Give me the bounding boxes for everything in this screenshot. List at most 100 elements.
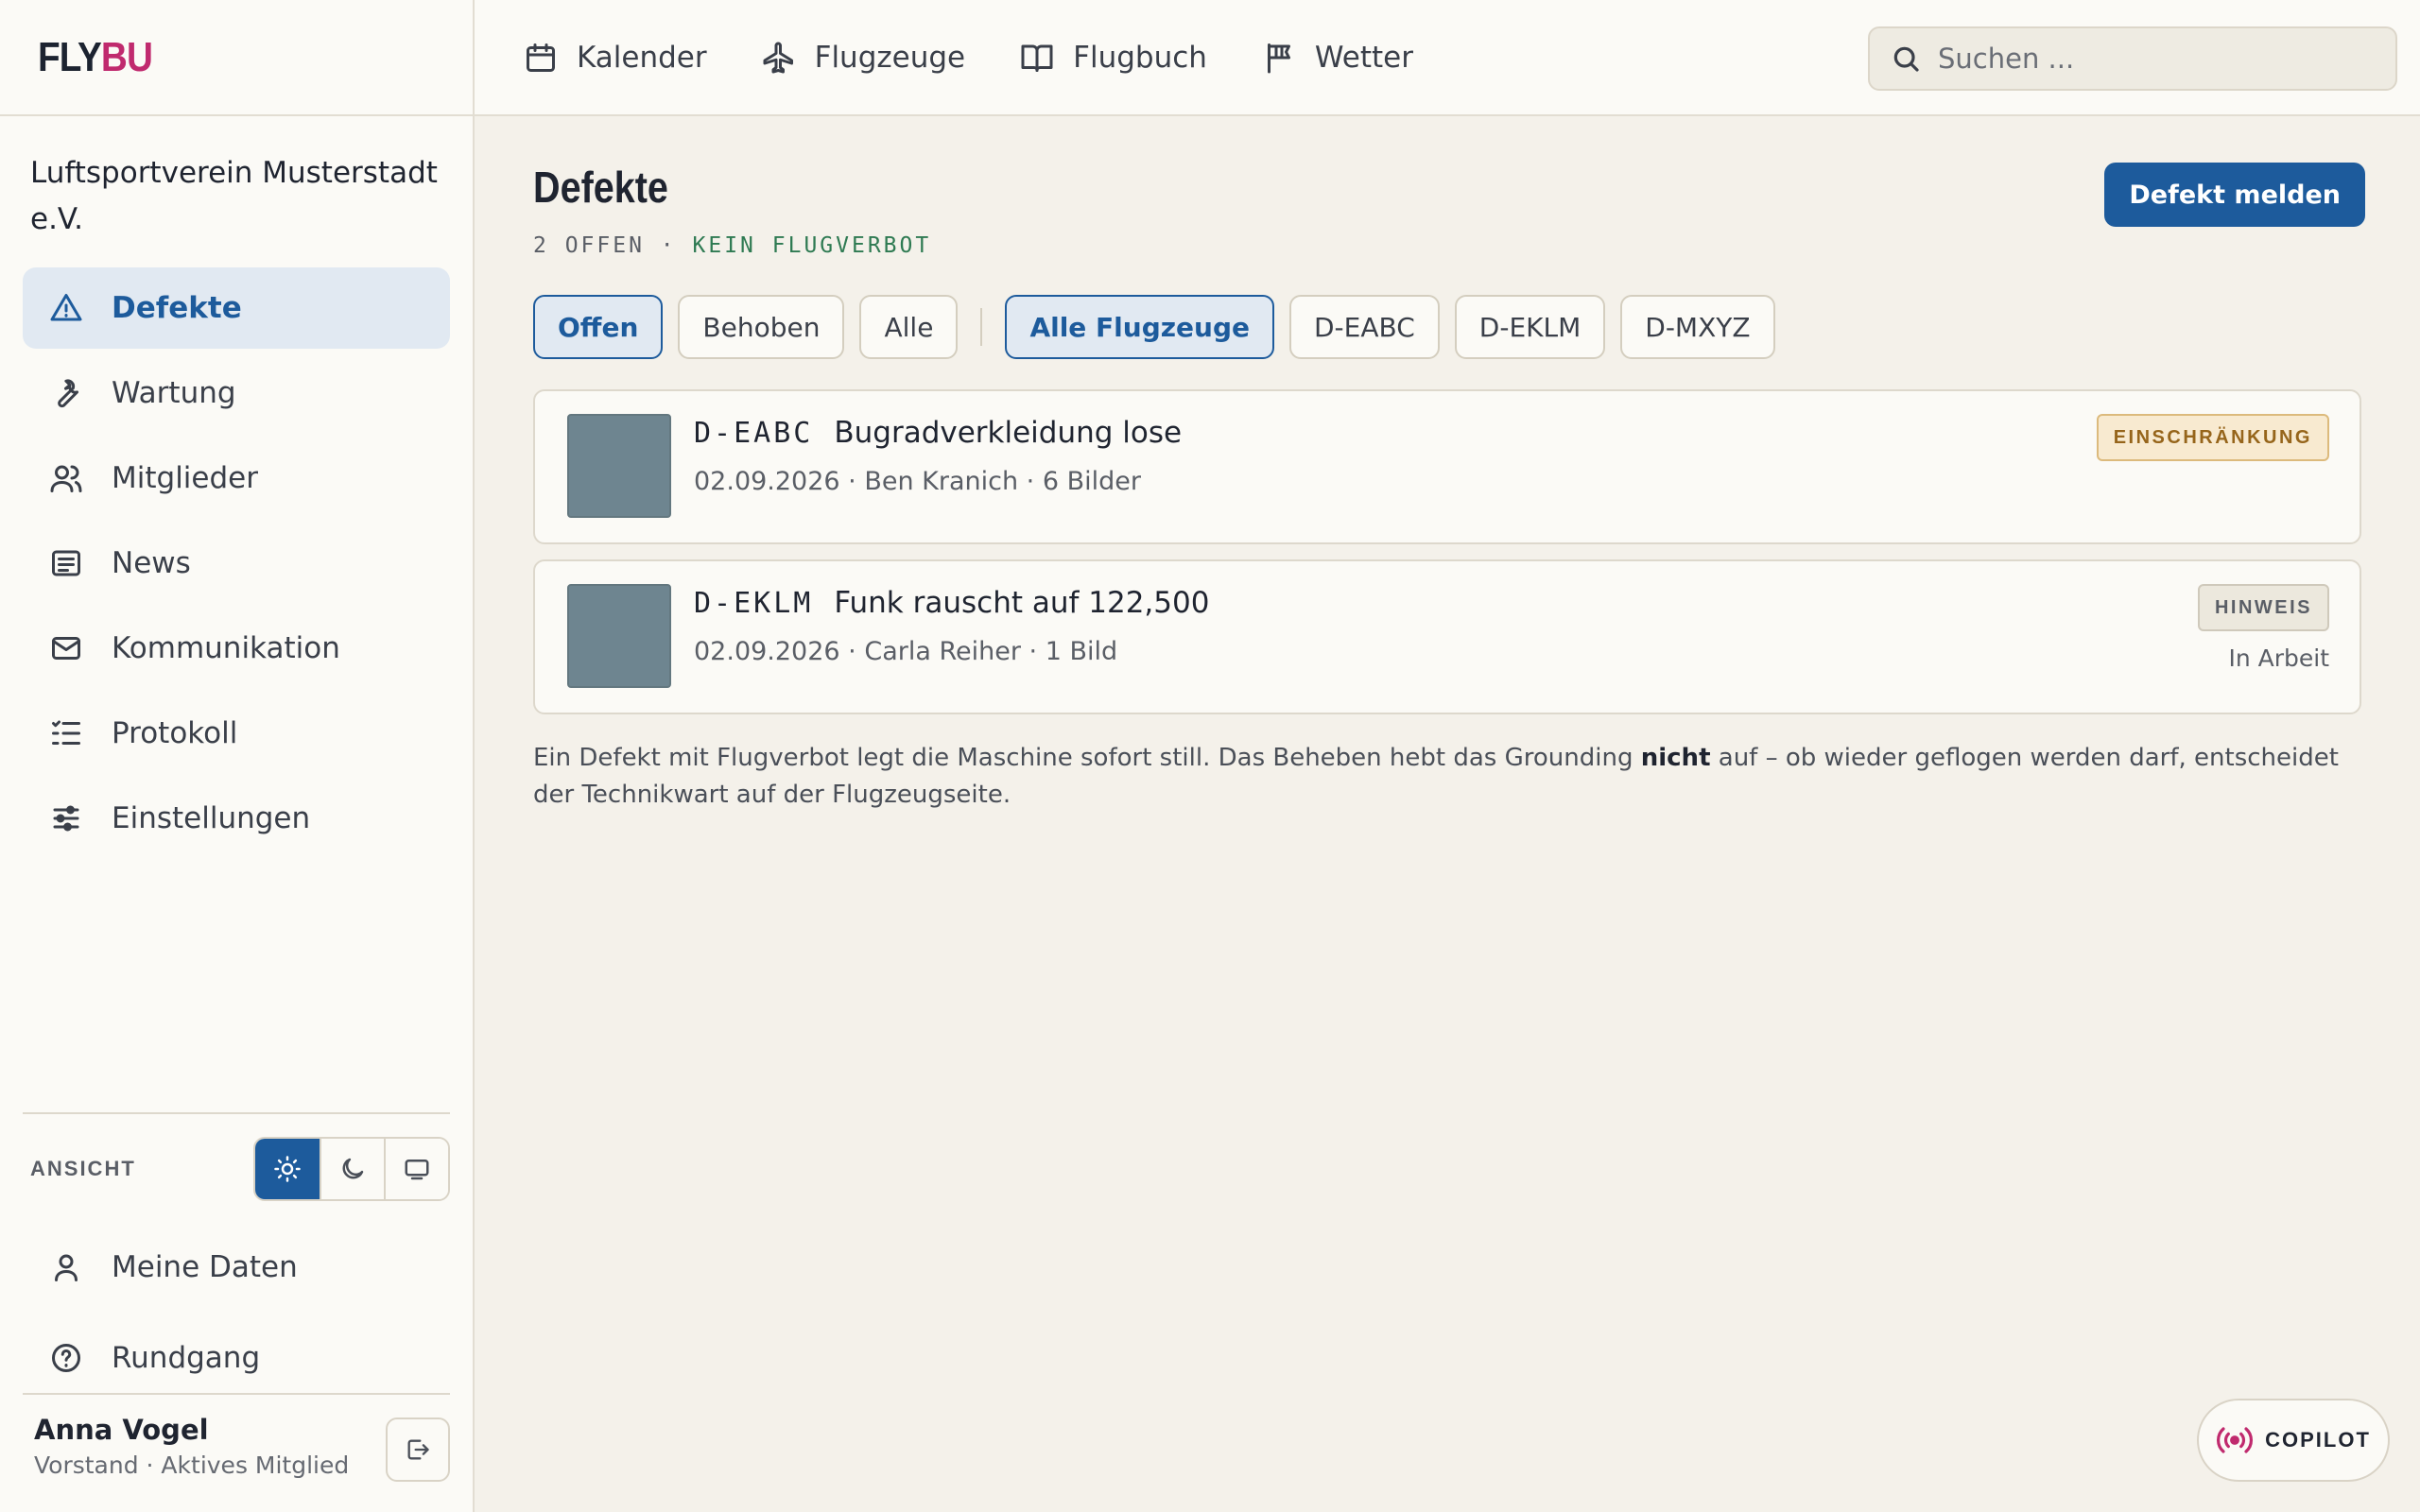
sidebar-item-label: Einstellungen — [112, 801, 311, 835]
logo-part-fly: FLY — [38, 33, 102, 80]
filter-d-eklm[interactable]: D-EKLM — [1454, 295, 1606, 359]
help-icon — [47, 1339, 85, 1377]
theme-system-button[interactable] — [384, 1139, 448, 1199]
page-title: Defekte — [533, 163, 668, 212]
topnav-label: Flugzeuge — [814, 40, 966, 75]
defect-card[interactable]: D-EABC Bugradverkleidung lose 02.09.2026… — [533, 389, 2361, 544]
wrench-icon — [47, 374, 85, 412]
copilot-button[interactable]: COPILOT — [2197, 1399, 2390, 1482]
page-subtitle: 2 OFFEN · KEIN FLUGVERBOT — [533, 233, 931, 258]
search-icon — [1893, 46, 1919, 72]
sidebar-item-wartung[interactable]: Wartung — [23, 352, 450, 434]
topnav-label: Flugbuch — [1073, 40, 1207, 75]
topnav-flugzeuge[interactable]: Flugzeuge — [762, 40, 966, 75]
topnav-kalender[interactable]: Kalender — [524, 41, 707, 75]
sidebar-item-news[interactable]: News — [23, 523, 450, 604]
defect-meta: 02.09.2026 · Ben Kranich · 6 Bilder — [694, 467, 1141, 496]
grounding-status: KEIN FLUGVERBOT — [692, 233, 932, 258]
sun-icon — [274, 1156, 301, 1182]
logout-icon — [407, 1439, 429, 1460]
note-emphasis: nicht — [1640, 744, 1711, 772]
defect-header: D-EKLM Funk rauscht auf 122,500 — [694, 586, 1209, 620]
filter-divider — [980, 308, 983, 346]
filter-alle[interactable]: Alle — [859, 295, 959, 359]
sidebar-item-label: Wartung — [112, 376, 236, 410]
defect-thumbnail — [567, 414, 671, 518]
topnav-flugbuch[interactable]: Flugbuch — [1020, 41, 1207, 75]
broadcast-icon — [2217, 1427, 2254, 1453]
search-input[interactable] — [1938, 43, 2373, 75]
windsock-icon — [1267, 43, 1290, 73]
sidebar-nav: Defekte Wartung Mitglieder News Kommunik… — [0, 267, 473, 859]
user-info: Anna Vogel Vorstand · Aktives Mitglied — [23, 1414, 349, 1479]
warning-icon — [47, 289, 85, 327]
sidebar-item-label: Kommunikation — [112, 631, 340, 665]
logo-part-bu: BU — [100, 33, 153, 80]
filter-all-aircraft[interactable]: Alle Flugzeuge — [1005, 295, 1274, 359]
severity-badge: HINWEIS — [2197, 584, 2329, 631]
theme-dark-button[interactable] — [320, 1139, 384, 1199]
user-role: Vorstand · Aktives Mitglied — [34, 1452, 350, 1479]
subtitle-separator: · — [660, 233, 677, 258]
defect-status: In Arbeit — [2228, 644, 2329, 672]
defect-meta: 02.09.2026 · Carla Reiher · 1 Bild — [694, 637, 1118, 666]
report-defect-button[interactable]: Defekt melden — [2104, 163, 2365, 227]
sidebar-item-protokoll[interactable]: Protokoll — [23, 693, 450, 774]
logo-bar: FLYBU — [0, 0, 473, 116]
defect-card[interactable]: D-EKLM Funk rauscht auf 122,500 02.09.20… — [533, 559, 2361, 714]
defect-title: Funk rauscht auf 122,500 — [834, 586, 1210, 620]
defect-header: D-EABC Bugradverkleidung lose — [694, 416, 1182, 450]
grounding-note: Ein Defekt mit Flugverbot legt die Masch… — [533, 740, 2361, 814]
sidebar-item-defekte[interactable]: Defekte — [23, 267, 450, 349]
sidebar-item-rundgang[interactable]: Rundgang — [23, 1314, 450, 1401]
sidebar-item-einstellungen[interactable]: Einstellungen — [23, 778, 450, 859]
sidebar-item-label: Defekte — [112, 291, 242, 325]
defect-title: Bugradverkleidung lose — [834, 416, 1183, 450]
mail-icon — [47, 629, 85, 667]
sidebar-item-label: Mitglieder — [112, 461, 258, 495]
theme-light-button[interactable] — [255, 1139, 320, 1199]
sidebar-item-meine-daten[interactable]: Meine Daten — [23, 1224, 450, 1311]
sidebar-item-label: Protokoll — [112, 716, 238, 750]
logout-button[interactable] — [386, 1418, 450, 1482]
topnav-label: Kalender — [577, 40, 707, 75]
list-icon — [47, 714, 85, 752]
sidebar-item-label: News — [112, 546, 191, 580]
defect-thumbnail — [567, 584, 671, 688]
calendar-icon — [527, 43, 555, 72]
app-logo[interactable]: FLYBU — [38, 33, 153, 81]
sidebar-item-label: Rundgang — [112, 1341, 261, 1375]
book-icon — [1021, 44, 1053, 72]
sidebar-bottom: ANSICHT Meine Daten Rundgang — [23, 1112, 450, 1405]
monitor-icon — [405, 1160, 429, 1180]
defect-registration: D-EKLM — [694, 587, 814, 620]
theme-row: ANSICHT — [23, 1114, 450, 1224]
theme-label: ANSICHT — [30, 1157, 136, 1180]
sidebar-item-kommunikation[interactable]: Kommunikation — [23, 608, 450, 689]
top-bar: Kalender Flugzeuge Flugbuch Wetter — [475, 0, 2420, 116]
news-icon — [47, 544, 85, 582]
users-icon — [47, 459, 85, 497]
theme-toggle — [253, 1137, 450, 1201]
topnav-wetter[interactable]: Wetter — [1262, 41, 1413, 75]
defect-registration: D-EABC — [694, 417, 814, 450]
filter-offen[interactable]: Offen — [533, 295, 664, 359]
user-icon — [47, 1248, 85, 1286]
open-count: 2 OFFEN — [533, 233, 645, 258]
sidebar-item-mitglieder[interactable]: Mitglieder — [23, 438, 450, 519]
filter-d-mxyz[interactable]: D-MXYZ — [1620, 295, 1775, 359]
moon-icon — [342, 1158, 364, 1179]
org-name: Luftsportverein Musterstadt e.V. — [30, 156, 438, 236]
note-text-1: Ein Defekt mit Flugverbot legt die Masch… — [533, 744, 1641, 772]
filter-bar: Offen Behoben Alle Alle Flugzeuge D-EABC… — [533, 295, 1790, 359]
filter-behoben[interactable]: Behoben — [678, 295, 845, 359]
plane-icon — [763, 42, 793, 73]
topnav-label: Wetter — [1314, 40, 1413, 75]
filter-d-eabc[interactable]: D-EABC — [1289, 295, 1440, 359]
sidebar-item-label: Meine Daten — [112, 1250, 298, 1284]
user-box: Anna Vogel Vorstand · Aktives Mitglied — [23, 1393, 450, 1482]
sliders-icon — [47, 799, 85, 837]
search-box — [1868, 26, 2397, 91]
severity-badge: EINSCHRÄNKUNG — [2096, 414, 2329, 461]
user-name: Anna Vogel — [34, 1414, 209, 1446]
